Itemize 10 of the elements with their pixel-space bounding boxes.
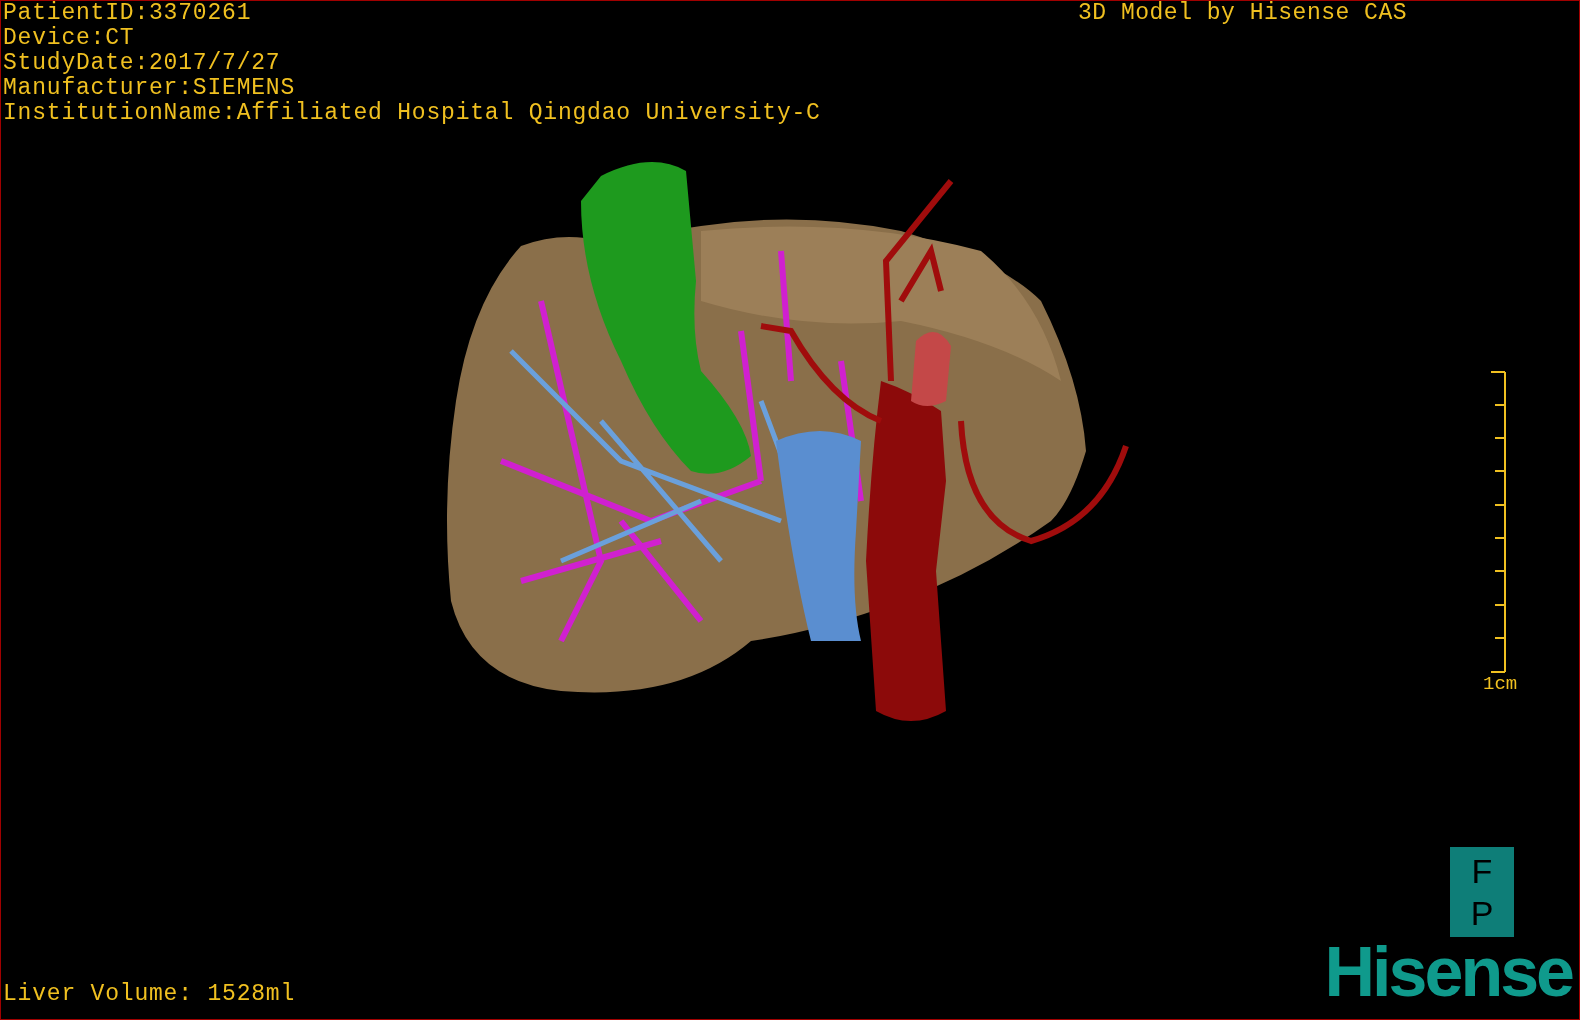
credit-text: 3D Model by Hisense CAS — [1078, 1, 1407, 26]
scale-label: 1cm — [1483, 673, 1518, 695]
study-info-text: Manufacturer:SIEMENS — [3, 76, 296, 101]
volume-text: Liver Volume: 1528ml — [3, 982, 296, 1007]
orientation-cube[interactable]: F P — [1450, 847, 1514, 937]
study-info-text: PatientID:3370261 — [3, 1, 252, 26]
study-info-text: InstitutionName:Affiliated Hospital Qingdao University-C — [3, 101, 821, 126]
logo-text: Hisense — [1324, 937, 1574, 1007]
study-info-text: StudyDate:2017/7/27 — [3, 51, 281, 76]
study-info-text: Device:CT — [3, 26, 135, 51]
